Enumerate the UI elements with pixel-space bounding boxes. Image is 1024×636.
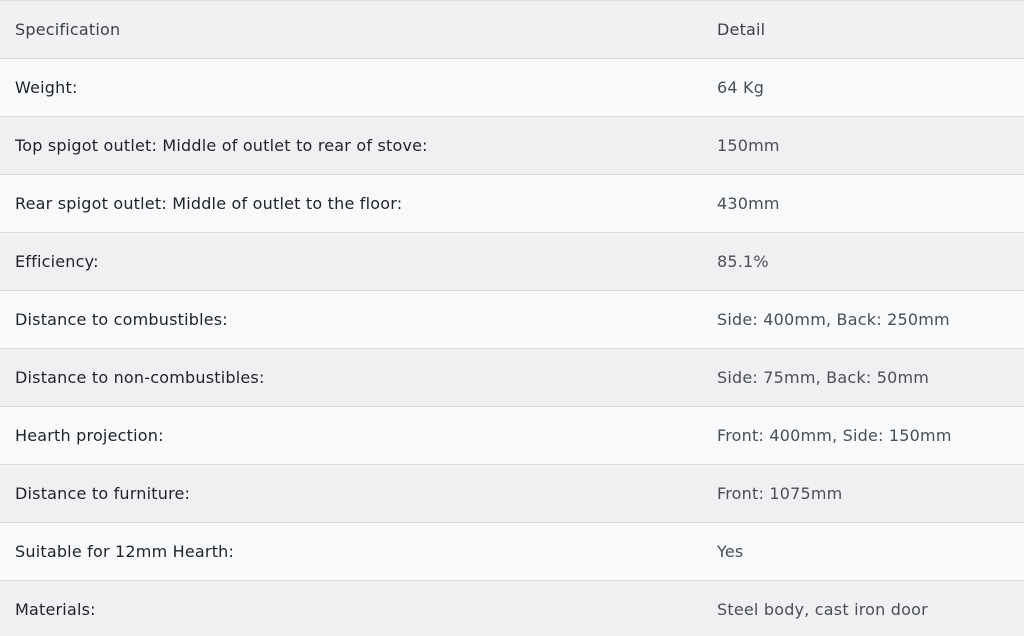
header-specification: Specification — [0, 0, 702, 59]
spec-name-cell: Weight: — [0, 58, 702, 117]
table-row: Materials: Steel body, cast iron door — [0, 580, 1024, 636]
table-body: Weight: 64 Kg Top spigot outlet: Middle … — [0, 58, 1024, 636]
spec-value-cell: Side: 400mm, Back: 250mm — [702, 290, 1024, 349]
spec-name-cell: Suitable for 12mm Hearth: — [0, 522, 702, 581]
table-row: Hearth projection: Front: 400mm, Side: 1… — [0, 406, 1024, 465]
table-row: Distance to combustibles: Side: 400mm, B… — [0, 290, 1024, 349]
table-row: Distance to non-combustibles: Side: 75mm… — [0, 348, 1024, 407]
spec-name-cell: Rear spigot outlet: Middle of outlet to … — [0, 174, 702, 233]
spec-value-cell: Yes — [702, 522, 1024, 581]
table-row: Distance to furniture: Front: 1075mm — [0, 464, 1024, 523]
spec-name-cell: Top spigot outlet: Middle of outlet to r… — [0, 116, 702, 175]
header-row: Specification Detail — [0, 0, 1024, 59]
spec-name-cell: Hearth projection: — [0, 406, 702, 465]
table-header: Specification Detail — [0, 0, 1024, 59]
spec-name-cell: Distance to non-combustibles: — [0, 348, 702, 407]
spec-name-cell: Materials: — [0, 580, 702, 636]
specification-table: Specification Detail Weight: 64 Kg Top s… — [0, 0, 1024, 636]
table-row: Rear spigot outlet: Middle of outlet to … — [0, 174, 1024, 233]
spec-value-cell: Side: 75mm, Back: 50mm — [702, 348, 1024, 407]
spec-name-cell: Distance to combustibles: — [0, 290, 702, 349]
spec-value-cell: 150mm — [702, 116, 1024, 175]
spec-value-cell: Front: 400mm, Side: 150mm — [702, 406, 1024, 465]
spec-name-cell: Efficiency: — [0, 232, 702, 291]
spec-value-cell: Front: 1075mm — [702, 464, 1024, 523]
table-row: Suitable for 12mm Hearth: Yes — [0, 522, 1024, 581]
spec-name-cell: Distance to furniture: — [0, 464, 702, 523]
spec-value-cell: 64 Kg — [702, 58, 1024, 117]
spec-value-cell: Steel body, cast iron door — [702, 580, 1024, 636]
header-detail: Detail — [702, 0, 1024, 59]
table-row: Weight: 64 Kg — [0, 58, 1024, 117]
table-row: Efficiency: 85.1% — [0, 232, 1024, 291]
spec-value-cell: 85.1% — [702, 232, 1024, 291]
table-row: Top spigot outlet: Middle of outlet to r… — [0, 116, 1024, 175]
spec-value-cell: 430mm — [702, 174, 1024, 233]
